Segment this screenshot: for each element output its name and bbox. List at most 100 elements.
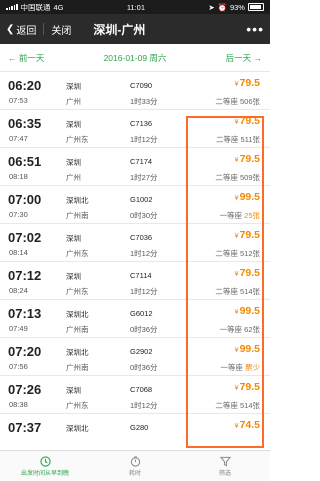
location-icon: ➤ (208, 2, 215, 12)
seat-availability: 二等座 512张 (215, 248, 260, 259)
train-row[interactable]: 07:20 07:56 深圳北 广州南 G2902 0时36分 ¥99.5 一等座 票少 (0, 338, 270, 376)
date-bar: ← 前一天 2016-01-09 周六 后一天 → (0, 44, 270, 72)
network-label: 4G (53, 2, 64, 12)
departure-time: 07:00 (8, 192, 42, 207)
back-button[interactable]: ❮ 返回 (6, 22, 36, 37)
departure-time: 06:51 (8, 154, 42, 169)
departure-time: 07:37 (8, 420, 42, 435)
prev-day-button[interactable]: ← 前一天 (8, 52, 44, 64)
seat-availability: 二等座 514张 (215, 400, 260, 411)
from-station: 深圳 (66, 120, 81, 129)
seat-class: 一等座 (220, 363, 243, 372)
arrival-time: 07:53 (9, 96, 28, 105)
price-value: 74.5 (239, 419, 260, 431)
clock-icon (39, 455, 51, 467)
ticket-price: ¥99.5 (235, 305, 260, 317)
train-number: G280 (130, 423, 149, 432)
close-button[interactable]: 关闭 (51, 22, 71, 37)
train-row[interactable]: 06:51 08:18 深圳 广州 C7174 1时27分 ¥79.5 二等座 509张 (0, 148, 270, 186)
ticket-count: 509张 (239, 173, 260, 182)
bottom-tab-bar: 出发时间从早到晚 耗时 筛选 (0, 450, 270, 481)
clock-time: 11:01 (126, 2, 146, 12)
from-station: 深圳 (66, 272, 81, 281)
to-station: 广州 (66, 173, 81, 182)
ticket-count: 62张 (244, 325, 260, 334)
train-row[interactable]: 07:12 08:24 深圳 广州东 C7114 1时12分 ¥79.5 二等座 514张 (0, 262, 270, 300)
arrival-time: 08:38 (9, 400, 28, 409)
price-value: 79.5 (239, 77, 260, 89)
current-date[interactable]: 2016-01-09 周六 (104, 52, 167, 64)
ticket-price: ¥79.5 (235, 381, 260, 393)
train-number: C7174 (130, 157, 153, 166)
train-row[interactable]: 07:37 深圳北 G280 ¥74.5 (0, 414, 270, 452)
price-value: 79.5 (239, 381, 260, 393)
currency-symbol: ¥ (234, 347, 239, 354)
departure-time: 06:20 (8, 78, 42, 93)
ticket-count: 票少 (245, 363, 260, 372)
ticket-count: 511张 (240, 135, 260, 144)
battery-percent: 93% (229, 2, 245, 12)
tab-duration[interactable]: 耗时 (90, 451, 180, 481)
seat-availability: 二等座 506张 (215, 96, 260, 107)
train-number: C7068 (130, 385, 153, 394)
to-station: 广州东 (66, 401, 89, 410)
travel-duration: 0时36分 (130, 363, 158, 372)
tab-label: 筛选 (218, 470, 231, 477)
arrival-time: 08:24 (9, 286, 28, 295)
seat-availability: 一等座 票少 (220, 362, 260, 373)
filter-icon (219, 456, 231, 466)
tab-label: 出发时间从早到晚 (20, 470, 69, 477)
seat-availability: 一等座 62张 (220, 324, 260, 335)
from-station: 深圳北 (66, 348, 89, 357)
ticket-price: ¥79.5 (235, 77, 260, 89)
seat-availability: 二等座 514张 (215, 286, 260, 297)
seat-class: 一等座 (219, 211, 243, 220)
from-station: 深圳北 (66, 310, 89, 319)
departure-time: 07:02 (8, 230, 42, 245)
to-station: 广州南 (66, 211, 89, 220)
arrival-time: 07:56 (9, 362, 28, 371)
train-row[interactable]: 07:26 08:38 深圳 广州东 C7068 1时12分 ¥79.5 二等座 514张 (0, 376, 270, 414)
travel-duration: 1时12分 (130, 287, 158, 296)
ticket-count: 512张 (239, 249, 260, 258)
chevron-left-icon: ❮ (6, 23, 15, 35)
more-options-icon[interactable]: ••• (246, 21, 264, 37)
departure-time: 06:35 (8, 116, 42, 131)
arrival-time: 08:14 (9, 248, 28, 257)
currency-symbol: ¥ (234, 309, 239, 316)
price-value: 99.5 (239, 305, 260, 317)
to-station: 广州东 (66, 287, 89, 296)
ticket-price: ¥99.5 (235, 191, 260, 203)
train-row[interactable]: 06:20 07:53 深圳 广州 C7090 1时33分 ¥79.5 二等座 506张 (0, 72, 270, 110)
tab-filter[interactable]: 筛选 (180, 451, 270, 481)
ticket-count: 514张 (239, 287, 260, 296)
currency-symbol: ¥ (234, 271, 239, 278)
ticket-count: 506张 (239, 97, 260, 106)
train-row[interactable]: 07:00 07:30 深圳北 广州南 G1002 0时30分 ¥99.5 一等座 25张 (0, 186, 270, 224)
ticket-price: ¥79.5 (235, 267, 260, 279)
train-row[interactable]: 07:02 08:14 深圳 广州东 C7036 1时12分 ¥79.5 二等座 512张 (0, 224, 270, 262)
alarm-icon: ⏰ (217, 2, 227, 12)
price-value: 79.5 (239, 229, 260, 241)
train-number: G6012 (130, 309, 153, 318)
seat-class: 二等座 (215, 249, 238, 258)
currency-symbol: ¥ (234, 81, 239, 88)
travel-duration: 1时12分 (130, 249, 158, 258)
from-station: 深圳北 (66, 424, 89, 433)
ticket-count: 514张 (239, 401, 260, 410)
tab-label: 耗时 (128, 470, 141, 477)
price-value: 79.5 (239, 153, 260, 165)
train-row[interactable]: 07:13 07:49 深圳北 广州南 G6012 0时36分 ¥99.5 一等座 62张 (0, 300, 270, 338)
train-number: C7036 (130, 233, 153, 242)
travel-duration: 1时12分 (130, 401, 158, 410)
train-list: 06:20 07:53 深圳 广州 C7090 1时33分 ¥79.5 二等座 506张 06:… (0, 72, 270, 452)
train-row[interactable]: 06:35 07:47 深圳 广州东 C7136 1时12分 ¥79.5 二等座 511张 (0, 110, 270, 148)
departure-time: 07:12 (8, 268, 42, 283)
tab-departure-time[interactable]: 出发时间从早到晚 (0, 451, 90, 481)
departure-time: 07:26 (8, 382, 42, 397)
currency-symbol: ¥ (234, 233, 239, 240)
signal-icon (6, 4, 18, 10)
price-value: 99.5 (239, 191, 260, 203)
next-day-button[interactable]: 后一天 → (226, 52, 262, 64)
arrival-time: 08:18 (9, 172, 28, 181)
